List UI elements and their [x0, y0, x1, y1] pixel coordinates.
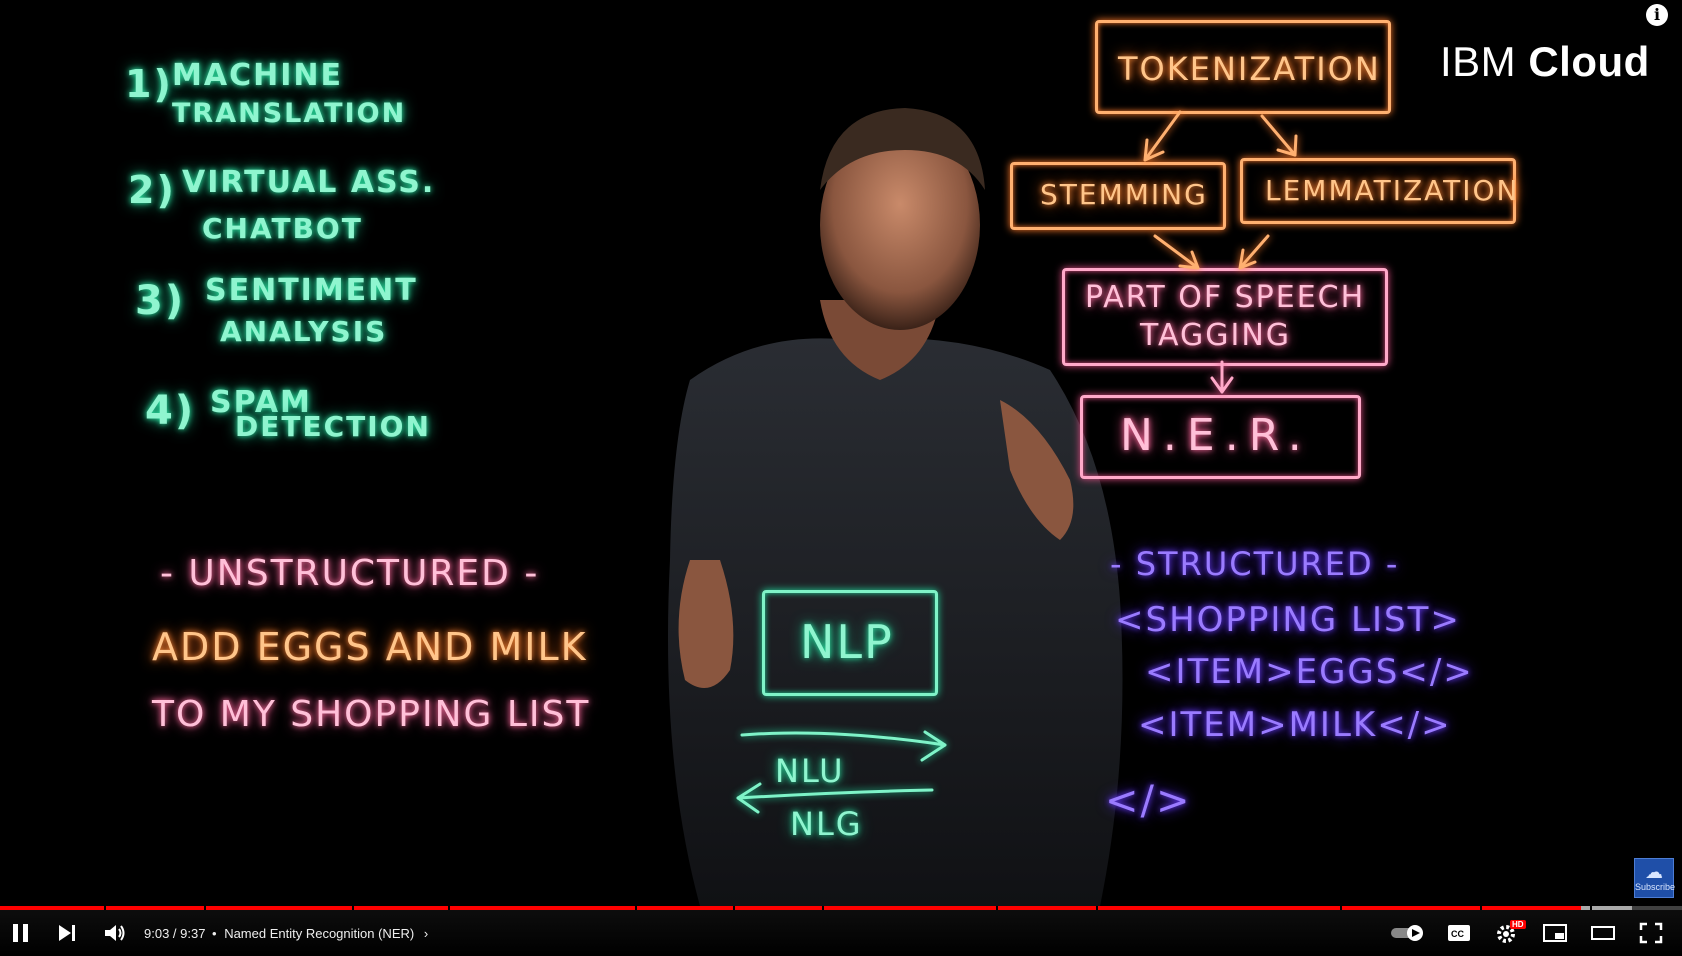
theater-mode-icon	[1591, 926, 1615, 940]
nlp-label: NLP	[800, 615, 894, 669]
time-display: 9:03 / 9:37	[144, 926, 206, 941]
volume-button[interactable]	[100, 918, 130, 948]
nlu-label: NLU	[775, 752, 845, 790]
player-controls: 9:03 / 9:37 • Named Entity Recognition (…	[0, 910, 1682, 956]
subscribe-watermark-button[interactable]: ☁ Subscribe	[1634, 858, 1676, 898]
theater-mode-button[interactable]	[1588, 918, 1618, 948]
fullscreen-button[interactable]	[1636, 918, 1666, 948]
svg-text:CC: CC	[1451, 929, 1464, 939]
structured-line-3: <ITEM>MILK</>	[1138, 705, 1452, 745]
chapter-title-button[interactable]: • Named Entity Recognition (NER) ›	[212, 926, 428, 941]
hd-badge: HD	[1510, 920, 1526, 929]
pause-icon	[13, 924, 28, 942]
structured-heading: - STRUCTURED -	[1110, 545, 1400, 583]
miniplayer-button[interactable]	[1540, 918, 1570, 948]
next-button[interactable]	[52, 918, 82, 948]
chapter-title: Named Entity Recognition (NER)	[224, 926, 415, 941]
settings-button[interactable]: HD	[1492, 918, 1526, 948]
structured-line-2: <ITEM>EGGS</>	[1145, 652, 1474, 692]
structured-line-4: </>	[1105, 778, 1192, 824]
chevron-right-icon: ›	[423, 926, 429, 941]
skip-next-icon	[59, 925, 75, 941]
structured-line-1: <SHOPPING LIST>	[1115, 600, 1461, 640]
volume-icon	[105, 925, 125, 941]
fullscreen-icon	[1639, 922, 1663, 944]
captions-button[interactable]: CC	[1444, 918, 1474, 948]
ibm-cloud-icon: ☁	[1645, 862, 1663, 882]
video-frame[interactable]: i IBM Cloud 1) MACHINE TRANSLATION 2) VI…	[0, 0, 1682, 906]
nlg-label: NLG	[790, 805, 863, 843]
autoplay-toggle-icon	[1391, 925, 1423, 941]
miniplayer-icon	[1543, 924, 1567, 942]
chapter-separator: •	[212, 926, 217, 941]
captions-icon: CC	[1448, 925, 1470, 941]
autoplay-toggle[interactable]	[1388, 918, 1428, 948]
subscribe-label: Subscribe	[1635, 882, 1676, 892]
pause-button[interactable]	[6, 918, 36, 948]
